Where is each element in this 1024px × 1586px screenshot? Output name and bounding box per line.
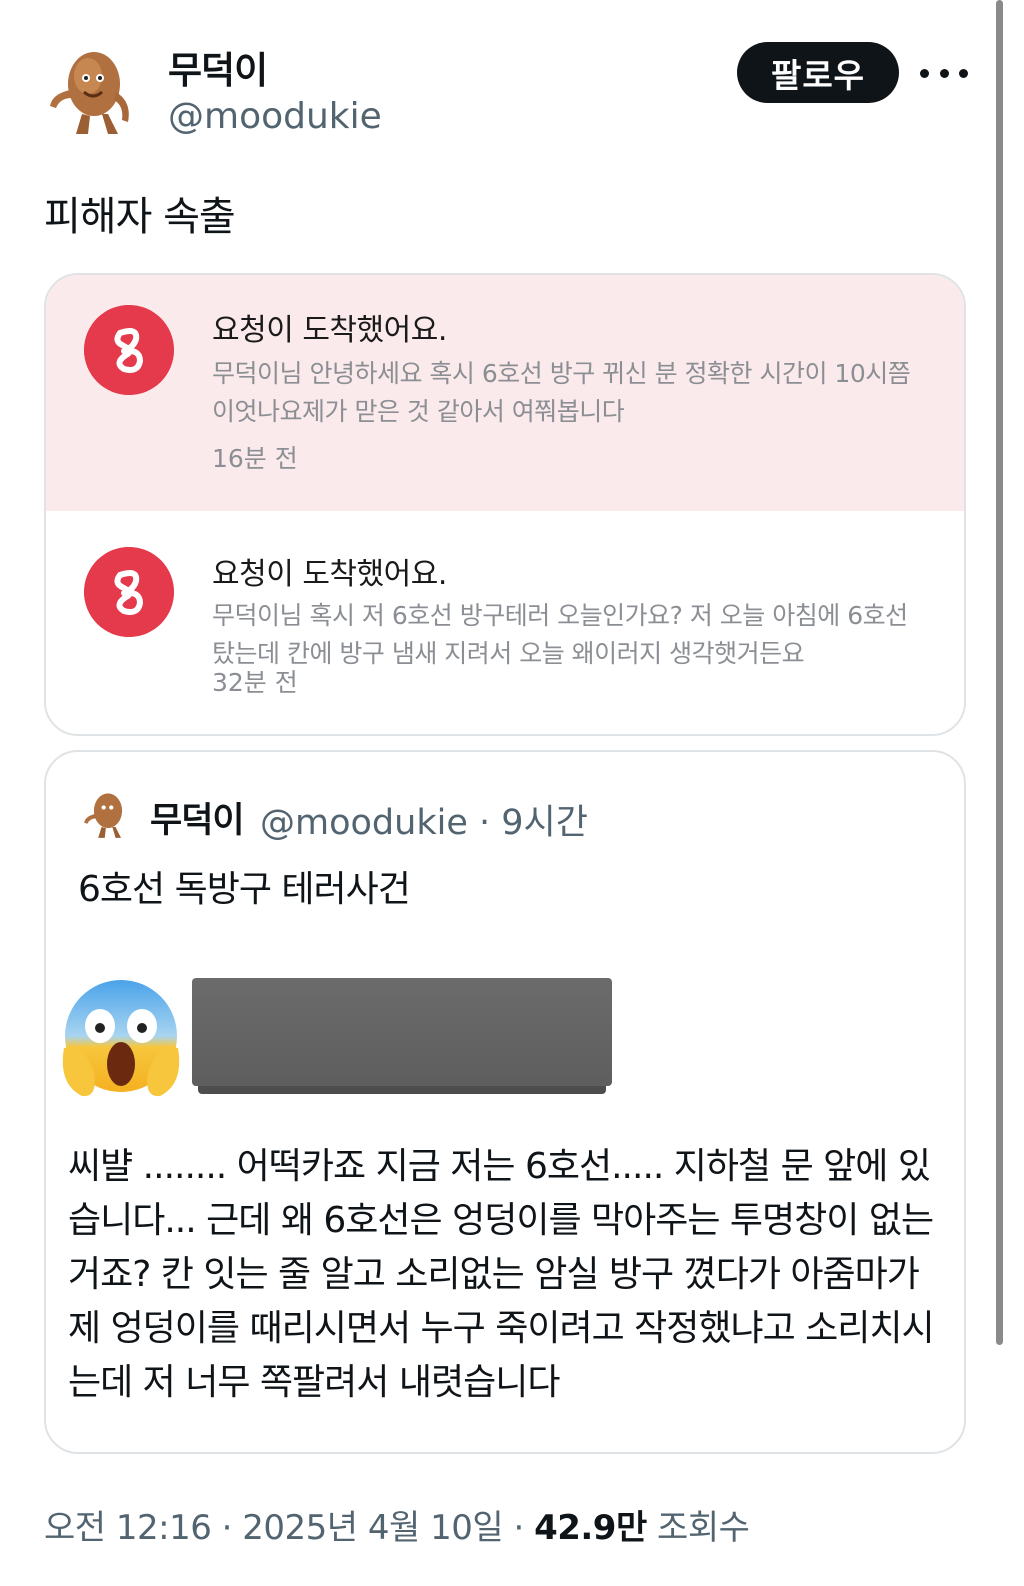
quoted-headline: 6호선 독방구 테러사건 — [78, 869, 411, 910]
notification-item: 요청이 도착했어요. 무덕이님 혹시 저 6호선 방구테러 오늘인가요? 저 오… — [46, 511, 964, 734]
author-name[interactable]: 무덕이 — [168, 40, 268, 94]
more-options-icon[interactable] — [920, 56, 968, 90]
view-count-label: 조회수 — [646, 1508, 750, 1548]
quoted-author-handle-time: @moodukie · 9시간 — [260, 803, 588, 843]
notification-title: 요청이 도착했어요. — [212, 313, 447, 348]
notification-time: 16분 전 — [212, 444, 298, 473]
quoted-author-avatar — [84, 793, 123, 838]
notification-card-image[interactable]: 요청이 도착했어요. 무덕이님 안녕하세요 혹시 6호선 방구 뀌신 분 정확한… — [44, 273, 966, 736]
tweet-page: 무덕이 @moodukie 팔로우 피해자 속출 요청이 도착했어요. 무덕이님… — [0, 0, 1024, 1586]
notification-body: 무덕이님 혹시 저 6호선 방구테러 오늘인가요? 저 오늘 아침에 6호선 탔… — [212, 601, 908, 668]
tweet-text: 피해자 속출 — [44, 194, 236, 240]
screaming-face-icon — [62, 980, 180, 1097]
view-count: 42.9만 — [534, 1508, 647, 1548]
blurred-image — [192, 978, 612, 1094]
notification-body: 무덕이님 안녕하세요 혹시 6호선 방구 뀌신 분 정확한 시간이 10시쯤이엇… — [212, 359, 911, 426]
app-logo-icon — [84, 547, 174, 637]
tweet-meta: 오전 12:16 · 2025년 4월 10일 · 42.9만 조회수 — [44, 1500, 750, 1549]
app-logo-icon — [84, 305, 174, 395]
scrollbar[interactable] — [996, 0, 1003, 1345]
author-avatar[interactable] — [44, 42, 144, 138]
tweet-datetime[interactable]: 오전 12:16 · 2025년 4월 10일 · — [44, 1508, 534, 1548]
quoted-tweet[interactable]: 무덕이 @moodukie · 9시간 6호선 독방구 테러사건 씨뱔 ....… — [44, 750, 966, 1454]
author-handle[interactable]: @moodukie — [168, 96, 382, 137]
notification-item: 요청이 도착했어요. 무덕이님 안녕하세요 혹시 6호선 방구 뀌신 분 정확한… — [46, 275, 964, 511]
follow-button[interactable]: 팔로우 — [737, 42, 899, 103]
quoted-author-name: 무덕이 — [150, 801, 245, 841]
notification-time: 32분 전 — [212, 668, 298, 697]
quoted-body: 씨뱔 ........ 어떡카죠 지금 저는 6호선..... 지하철 문 앞에… — [68, 1146, 935, 1403]
notification-title: 요청이 도착했어요. — [212, 557, 447, 592]
